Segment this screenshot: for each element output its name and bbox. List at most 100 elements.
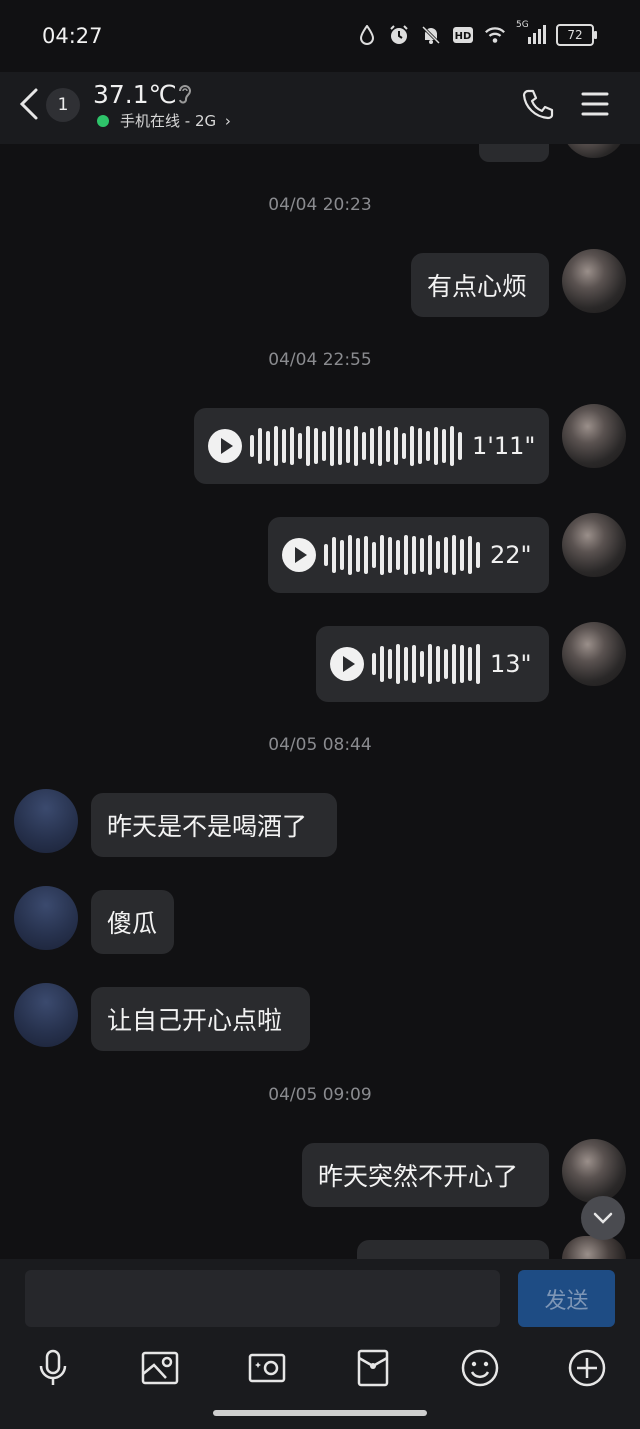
waveform-bar <box>356 538 360 572</box>
waveform-bar <box>450 426 454 466</box>
waveform-bar <box>370 428 374 464</box>
waveform-bar <box>468 647 472 681</box>
my-avatar[interactable] <box>562 404 626 468</box>
red-packet-icon[interactable] <box>351 1346 395 1390</box>
mute-bell-icon <box>420 24 442 46</box>
waveform-bar <box>436 541 440 569</box>
waveform-bar <box>394 427 398 465</box>
status-icons: HD 5G 72 <box>356 20 597 46</box>
waveform-bar <box>388 537 392 573</box>
waveform-bar <box>290 427 294 465</box>
camera-icon[interactable] <box>245 1346 289 1390</box>
waveform-bar <box>362 432 366 460</box>
voice-duration: 13" <box>490 650 532 678</box>
waveform-bar <box>442 429 446 463</box>
svg-text:HD: HD <box>455 31 472 42</box>
message-bubble-mine[interactable]: 昨天突然不开心了 <box>302 1143 549 1207</box>
home-indicator[interactable] <box>213 1410 427 1416</box>
waveform-bar <box>420 651 424 677</box>
emoji-icon[interactable] <box>458 1346 502 1390</box>
play-icon[interactable] <box>282 538 316 572</box>
waveform-bar <box>476 542 480 568</box>
message-text: 傻瓜 <box>107 909 158 938</box>
waveform-bar <box>338 427 342 465</box>
waveform <box>324 535 480 575</box>
water-drop-icon <box>356 24 378 46</box>
waveform <box>372 644 480 684</box>
waveform-bar <box>420 538 424 572</box>
menu-button[interactable] <box>580 90 610 122</box>
chat-title[interactable]: 37.1℃ <box>93 80 177 109</box>
waveform-bar <box>460 539 464 571</box>
waveform-bar <box>314 428 318 464</box>
message-text: 让自己开心点啦 <box>107 1006 283 1035</box>
waveform-bar <box>412 536 416 574</box>
timestamp: 04/05 09:09 <box>268 1085 372 1105</box>
partial-message-bubble <box>357 1240 549 1259</box>
waveform-bar <box>258 428 262 464</box>
message-text: 昨天突然不开心了 <box>318 1162 519 1191</box>
message-bubble-mine[interactable]: 有点心烦 <box>411 253 549 317</box>
message-bubble-theirs[interactable]: 让自己开心点啦 <box>91 987 310 1051</box>
timestamp: 04/04 22:55 <box>268 350 372 370</box>
waveform-bar <box>378 426 382 466</box>
contact-avatar[interactable] <box>14 886 78 950</box>
waveform-bar <box>372 542 376 568</box>
voice-message[interactable]: 13" <box>316 626 549 702</box>
my-avatar[interactable] <box>562 622 626 686</box>
waveform-bar <box>354 426 358 466</box>
play-icon[interactable] <box>208 429 242 463</box>
waveform-bar <box>452 644 456 684</box>
status-time: 04:27 <box>42 24 103 48</box>
my-avatar[interactable] <box>562 249 626 313</box>
waveform-bar <box>372 653 376 675</box>
waveform-bar <box>428 644 432 684</box>
voice-message[interactable]: 22" <box>268 517 549 593</box>
ear-icon <box>176 82 194 110</box>
message-text: 有点心烦 <box>427 272 528 301</box>
partial-message-bubble <box>479 144 549 162</box>
message-text: 昨天是不是喝酒了 <box>107 812 308 841</box>
waveform-bar <box>444 649 448 679</box>
waveform-bar <box>324 544 328 566</box>
waveform-bar <box>396 540 400 570</box>
waveform-bar <box>380 646 384 682</box>
message-input[interactable] <box>25 1270 500 1327</box>
scroll-to-bottom-button[interactable] <box>581 1196 625 1240</box>
waveform-bar <box>380 535 384 575</box>
alarm-icon <box>388 24 410 46</box>
waveform-bar <box>436 646 440 682</box>
timestamp: 04/04 20:23 <box>268 195 372 215</box>
battery-icon: 72 <box>556 24 597 46</box>
waveform-bar <box>404 535 408 575</box>
waveform-bar <box>386 430 390 462</box>
microphone-icon[interactable] <box>31 1346 75 1390</box>
message-bubble-theirs[interactable]: 昨天是不是喝酒了 <box>91 793 337 857</box>
waveform-bar <box>402 433 406 459</box>
play-icon[interactable] <box>330 647 364 681</box>
send-button[interactable]: 发送 <box>518 1270 615 1327</box>
back-button[interactable] <box>16 86 46 122</box>
waveform-bar <box>322 431 326 461</box>
wifi-icon <box>484 24 506 46</box>
online-status[interactable]: 手机在线 - 2G › <box>120 110 231 131</box>
unread-badge[interactable]: 1 <box>46 88 80 122</box>
phone-call-button[interactable] <box>520 86 556 126</box>
message-bubble-theirs[interactable]: 傻瓜 <box>91 890 174 954</box>
chevron-right-icon: › <box>224 112 231 130</box>
waveform-bar <box>266 431 270 461</box>
waveform-bar <box>346 429 350 463</box>
online-dot <box>97 115 109 127</box>
plus-icon[interactable] <box>565 1346 609 1390</box>
waveform-bar <box>396 644 400 684</box>
image-icon[interactable] <box>138 1346 182 1390</box>
waveform-bar <box>274 426 278 466</box>
waveform-bar <box>476 644 480 684</box>
my-avatar[interactable] <box>562 513 626 577</box>
contact-avatar[interactable] <box>14 789 78 853</box>
my-avatar[interactable] <box>562 1139 626 1203</box>
waveform-bar <box>426 431 430 461</box>
voice-message[interactable]: 1'11" <box>194 408 549 484</box>
chevron-down-icon <box>593 1212 613 1224</box>
contact-avatar[interactable] <box>14 983 78 1047</box>
